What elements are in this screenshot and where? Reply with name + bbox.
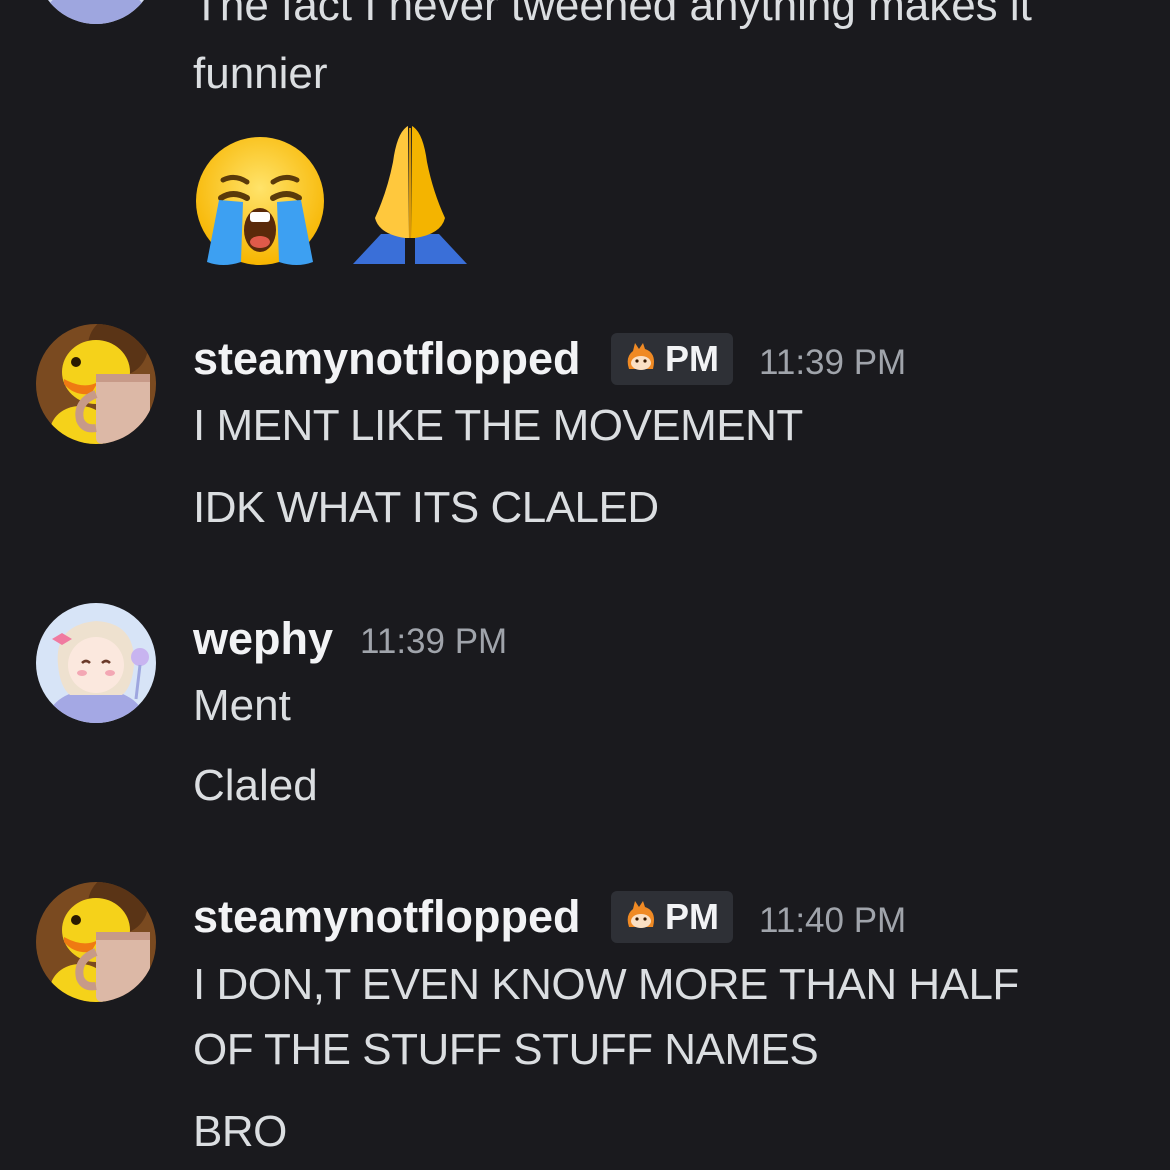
timestamp: 11:40 PM (759, 901, 907, 940)
avatar-wephy[interactable] (36, 603, 156, 723)
avatar-steamynotflopped[interactable] (36, 882, 156, 1002)
message-text: Claled (193, 761, 318, 810)
message-text: Ment (193, 681, 291, 730)
username[interactable]: steamynotflopped (193, 331, 581, 387)
timestamp: 11:39 PM (759, 343, 907, 382)
message-text: I MENT LIKE THE MOVEMENT (193, 401, 803, 450)
avatar-steamynotflopped[interactable] (36, 324, 156, 444)
message-text: funnier (193, 49, 328, 98)
loudly-crying-face-icon (193, 134, 327, 268)
message-text: OF THE STUFF STUFF NAMES (193, 1025, 819, 1074)
folded-hands-icon (335, 122, 485, 268)
server-tag-label: PM (665, 338, 719, 379)
chat-message-list: The fact I never tweened anything makes … (0, 0, 1170, 1170)
server-tag-badge[interactable]: PM (611, 333, 733, 385)
avatar-wephy-top[interactable] (36, 0, 156, 24)
server-tag-label: PM (665, 896, 719, 937)
message-text: BRO (193, 1107, 287, 1156)
username[interactable]: steamynotflopped (193, 889, 581, 945)
message-text: IDK WHAT ITS CLALED (193, 483, 659, 532)
server-tag-badge[interactable]: PM (611, 891, 733, 943)
emoji-row (193, 118, 485, 268)
timestamp: 11:39 PM (360, 622, 508, 661)
flame-cat-icon (623, 339, 659, 380)
username[interactable]: wephy (193, 611, 333, 667)
message-text: The fact I never tweened anything makes … (193, 0, 1032, 30)
flame-cat-icon (623, 897, 659, 938)
message-text: I DON,T EVEN KNOW MORE THAN HALF (193, 960, 1019, 1009)
